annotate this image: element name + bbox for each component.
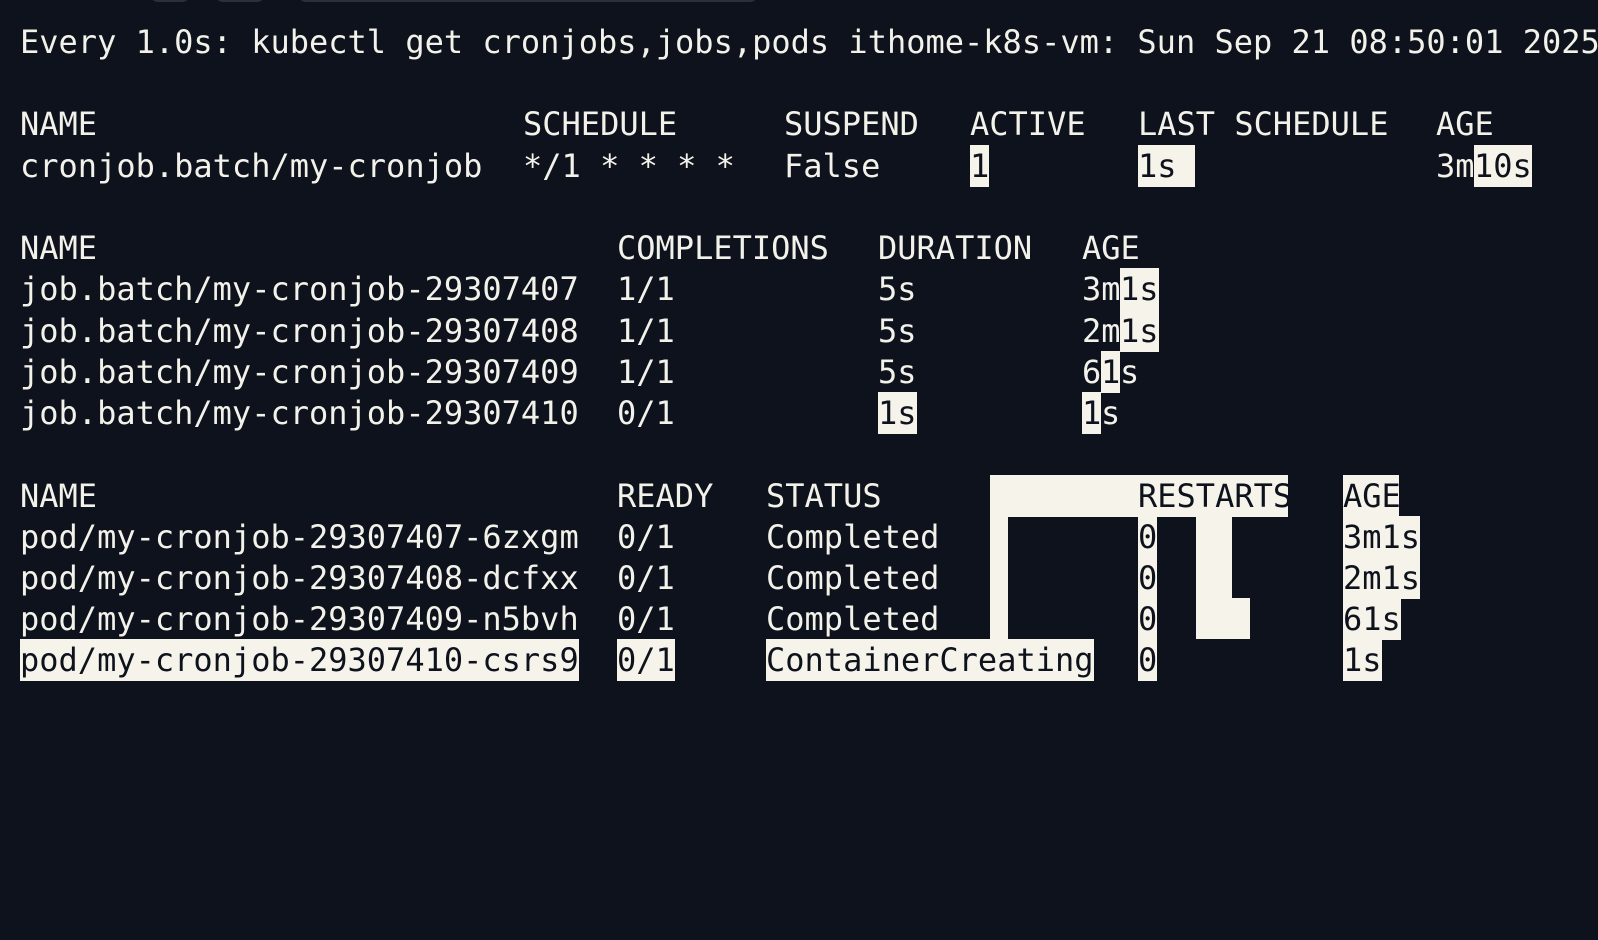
job-row: job.batch/my-cronjob-29307410 0/1 1s 1 s — [20, 392, 1560, 434]
cronjob-age-prefix: 3m — [1436, 147, 1475, 185]
window-control[interactable] — [215, 0, 265, 2]
pod-status: Completed — [766, 600, 940, 638]
col-age-header: AGE — [1343, 477, 1401, 515]
job-completions: 1/1 — [617, 312, 675, 350]
cronjob-name: cronjob.batch/my-cronjob — [20, 147, 483, 185]
col-name-header: NAME — [20, 105, 98, 143]
cronjob-suspend: False — [784, 147, 881, 185]
pod-name: pod/my-cronjob-29307409-n5bvh — [20, 600, 579, 638]
cronjob-schedule: */1 * * * * — [523, 147, 735, 185]
job-row: job.batch/my-cronjob-29307409 1/1 5s 6 1… — [20, 351, 1560, 393]
col-restarts-header: RESTARTS — [1138, 477, 1293, 515]
pods-header-row: NAME READY STATUS RESTARTS AGE — [20, 475, 1560, 517]
pod-restarts: 0 — [1138, 557, 1158, 599]
job-name: job.batch/my-cronjob-29307408 — [20, 312, 579, 350]
title-bar-pill[interactable] — [298, 0, 758, 2]
pod-age: 61s — [1343, 598, 1401, 640]
job-name: job.batch/my-cronjob-29307409 — [20, 353, 579, 391]
pod-row: pod/my-cronjob-29307407-6zxgm 0/1 Comple… — [20, 516, 1560, 558]
job-age-changed: 1s — [1120, 268, 1159, 310]
col-name-header: NAME — [20, 229, 98, 267]
terminal-window[interactable]: Every 1.0s: kubectl get cronjobs,jobs,po… — [0, 0, 1598, 940]
pod-name: pod/my-cronjob-29307410-csrs9 — [20, 639, 579, 681]
pod-name: pod/my-cronjob-29307408-dcfxx — [20, 559, 579, 597]
cronjob-header-row: NAME SCHEDULE SUSPEND ACTIVE LAST SCHEDU… — [20, 103, 1560, 145]
pod-ready: 0/1 — [617, 559, 675, 597]
col-status-header: STATUS — [766, 477, 882, 515]
col-schedule-header: SCHEDULE — [523, 105, 678, 143]
window-top-edge — [0, 0, 1598, 6]
pod-status: ContainerCreating — [766, 639, 1094, 681]
col-last-schedule-header: LAST SCHEDULE — [1138, 105, 1389, 143]
pod-age: 2m1s — [1343, 557, 1421, 599]
cronjob-active: 1 — [970, 145, 990, 187]
job-age-changed: 1 — [1082, 392, 1102, 434]
job-completions: 0/1 — [617, 394, 675, 432]
job-completions: 1/1 — [617, 353, 675, 391]
col-completions-header: COMPLETIONS — [617, 229, 829, 267]
col-age-header: AGE — [1082, 229, 1140, 267]
col-active-header: ACTIVE — [970, 105, 1086, 143]
pod-ready: 0/1 — [617, 639, 675, 681]
pod-age: 3m1s — [1343, 516, 1421, 558]
pod-ready: 0/1 — [617, 518, 675, 556]
job-duration: 5s — [878, 270, 917, 308]
col-age-header: AGE — [1436, 105, 1494, 143]
pod-age: 1s — [1343, 639, 1382, 681]
watch-header: Every 1.0s: kubectl get cronjobs,jobs,po… — [20, 23, 1598, 61]
col-ready-header: READY — [617, 477, 714, 515]
pod-ready: 0/1 — [617, 600, 675, 638]
jobs-header-row: NAME COMPLETIONS DURATION AGE — [20, 227, 1560, 269]
job-age-suffix: s — [1120, 353, 1140, 391]
job-age-prefix: 3m — [1082, 270, 1121, 308]
job-age-suffix: s — [1101, 394, 1121, 432]
job-row: job.batch/my-cronjob-29307408 1/1 5s 2m … — [20, 310, 1560, 352]
job-age-prefix: 2m — [1082, 312, 1121, 350]
pod-row: pod/my-cronjob-29307408-dcfxx 0/1 Comple… — [20, 557, 1560, 599]
col-suspend-header: SUSPEND — [784, 105, 919, 143]
pod-row: pod/my-cronjob-29307409-n5bvh 0/1 Comple… — [20, 598, 1560, 640]
job-duration: 5s — [878, 312, 917, 350]
pod-status: Completed — [766, 559, 940, 597]
pod-restarts: 0 — [1138, 639, 1158, 681]
cronjob-row: cronjob.batch/my-cronjob */1 * * * * Fal… — [20, 145, 1560, 187]
pod-restarts: 0 — [1138, 598, 1158, 640]
job-name: job.batch/my-cronjob-29307410 — [20, 394, 579, 432]
pod-restarts: 0 — [1138, 516, 1158, 558]
job-duration: 5s — [878, 353, 917, 391]
pod-row-new: pod/my-cronjob-29307410-csrs9 0/1 Contai… — [20, 639, 1560, 681]
pod-status: Completed — [766, 518, 940, 556]
job-duration: 1s — [878, 392, 917, 434]
job-name: job.batch/my-cronjob-29307407 — [20, 270, 579, 308]
job-row: job.batch/my-cronjob-29307407 1/1 5s 3m … — [20, 268, 1560, 310]
window-control[interactable] — [150, 0, 190, 2]
col-duration-header: DURATION — [878, 229, 1033, 267]
job-age-changed: 1s — [1120, 310, 1159, 352]
cronjob-last-schedule: 1s — [1138, 145, 1195, 187]
job-age-prefix: 6 — [1082, 353, 1102, 391]
job-completions: 1/1 — [617, 270, 675, 308]
col-name-header: NAME — [20, 477, 98, 515]
job-age-changed: 1 — [1101, 351, 1121, 393]
cronjob-age-suffix: 10s — [1474, 145, 1532, 187]
pod-name: pod/my-cronjob-29307407-6zxgm — [20, 518, 579, 556]
